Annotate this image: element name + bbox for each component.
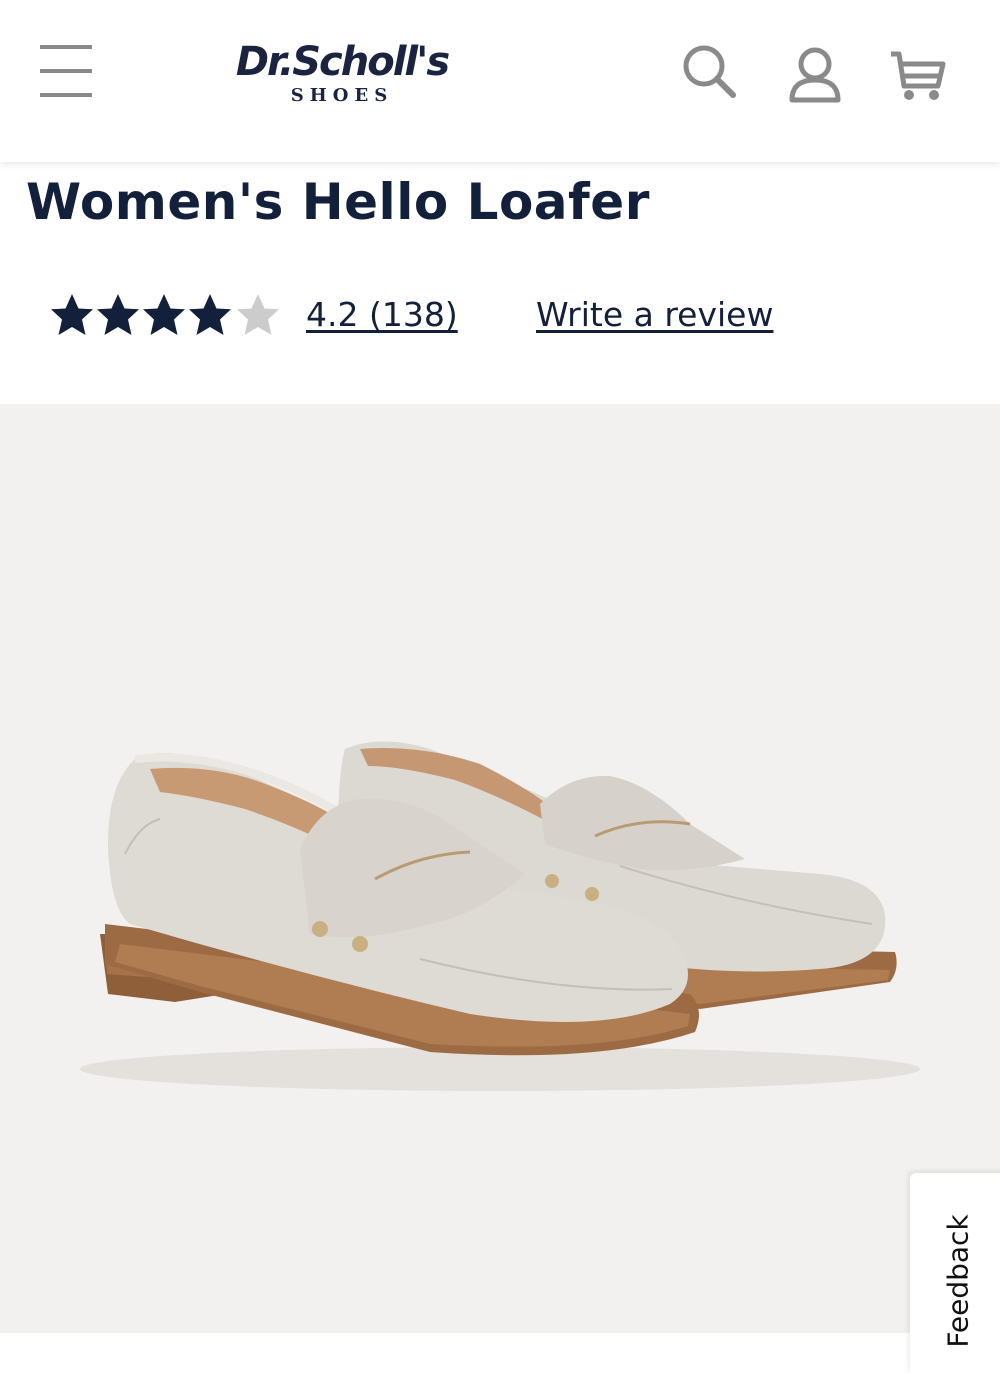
rating-summary: 4.2 (138) Write a review	[50, 290, 950, 340]
logo-subtitle: SHOES	[290, 85, 394, 106]
account-button[interactable]	[785, 40, 845, 104]
write-review-link[interactable]: Write a review	[536, 294, 773, 336]
brand-logo[interactable]: Dr.Scholl's SHOES	[222, 38, 462, 118]
product-title: Women's Hello Loafer	[26, 173, 650, 231]
feedback-label: Feedback	[941, 1214, 975, 1348]
menu-button[interactable]	[36, 40, 98, 102]
feedback-tab[interactable]: Feedback	[910, 1173, 1000, 1373]
account-icon	[789, 47, 841, 103]
loafer-pair-image	[80, 741, 920, 1091]
star-icon-1	[51, 294, 93, 335]
rating-stars	[51, 294, 279, 335]
star-icon-5-empty	[237, 294, 279, 335]
product-image[interactable]	[0, 404, 1000, 1333]
star-icon-3	[143, 294, 185, 335]
rating-count-link[interactable]: 4.2 (138)	[306, 294, 458, 336]
site-header: Dr.Scholl's SHOES	[0, 0, 1000, 162]
logo-wordmark: Dr.Scholl's	[235, 39, 450, 85]
star-icon-4	[189, 294, 231, 335]
menu-icon	[40, 45, 92, 97]
star-icon-2	[97, 294, 139, 335]
cart-button[interactable]	[888, 40, 948, 104]
search-icon	[683, 45, 736, 98]
cart-icon	[891, 51, 946, 100]
search-button[interactable]	[680, 40, 740, 104]
